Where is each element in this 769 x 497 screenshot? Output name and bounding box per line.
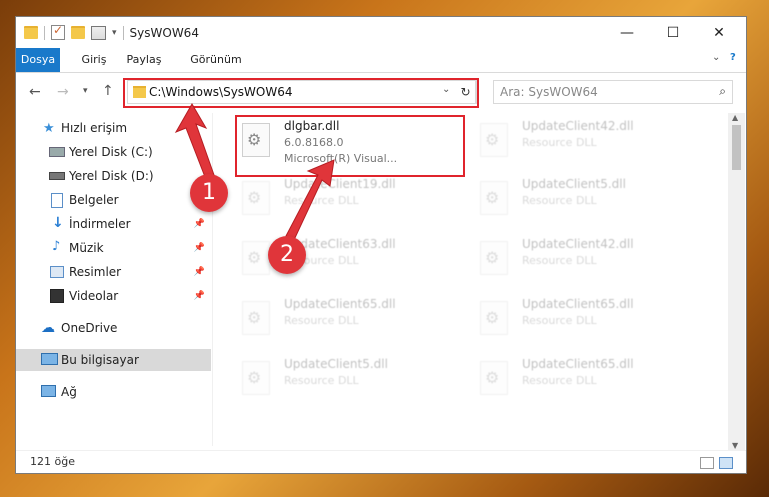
step-badge-1: 1 <box>190 174 228 212</box>
step-badge-2: 2 <box>268 236 306 274</box>
arrow-2 <box>285 159 335 241</box>
annotation-arrows <box>174 103 335 241</box>
